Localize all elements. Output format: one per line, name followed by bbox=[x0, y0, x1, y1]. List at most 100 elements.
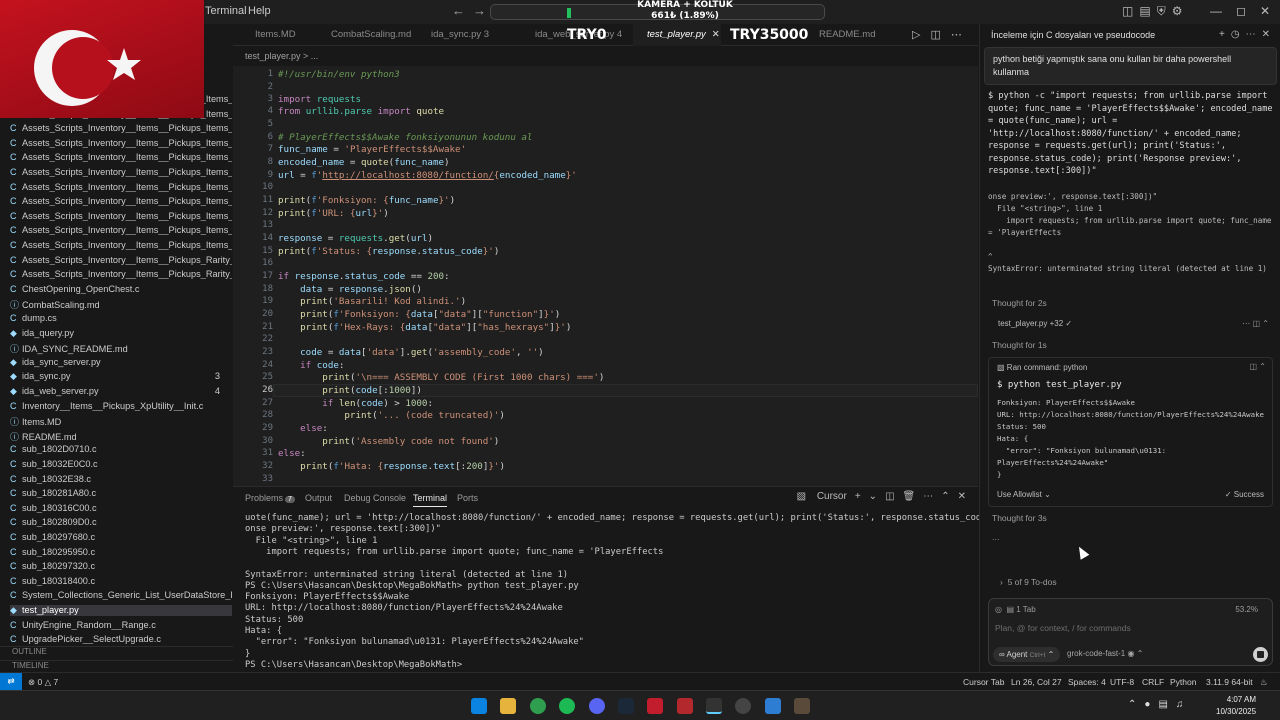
trash-icon[interactable]: 🗑 bbox=[903, 491, 916, 502]
explorer-file-item[interactable]: Csub_180295950.c bbox=[10, 547, 232, 557]
tab-test-player[interactable]: test_player.py ✕ bbox=[633, 24, 721, 46]
chat-input[interactable] bbox=[995, 623, 1265, 633]
explorer-file-item[interactable]: C Assets_Scripts_Inventory__Items__Pickup… bbox=[10, 152, 232, 162]
explorer-file-item[interactable]: C Assets_Scripts_Inventory__Items__Pickup… bbox=[10, 182, 232, 192]
more-icon[interactable]: ⋯ bbox=[951, 29, 962, 41]
split-editor-icon[interactable]: ◫ bbox=[930, 29, 940, 41]
settings-app-icon[interactable] bbox=[735, 698, 751, 714]
panel-tab-ports[interactable]: Ports bbox=[457, 493, 478, 503]
microphone-icon[interactable]: ● bbox=[1144, 699, 1150, 710]
run-icon[interactable]: ▷ bbox=[912, 29, 920, 41]
chevron-up-icon[interactable]: ⌃ bbox=[1128, 699, 1136, 710]
file-explorer-icon[interactable] bbox=[500, 698, 516, 714]
explorer-file-item[interactable]: C Assets_Scripts_Inventory__Items__Pickup… bbox=[10, 167, 232, 177]
explorer-file-item[interactable]: ⓘ CombatScaling.md bbox=[10, 298, 232, 311]
thought-indicator[interactable]: Thought for 3s bbox=[992, 513, 1047, 523]
edited-file-row[interactable]: test_player.py +32 ✓ ⋯ ◫ ⌃ bbox=[988, 316, 1273, 332]
steam-icon[interactable] bbox=[618, 698, 634, 714]
new-chat-icon[interactable]: + bbox=[1219, 29, 1225, 40]
gear-icon[interactable]: ⚙ bbox=[1172, 4, 1183, 18]
back-arrow-icon[interactable]: ← bbox=[452, 3, 465, 18]
windows-start-icon[interactable] bbox=[471, 698, 487, 714]
volume-icon[interactable]: ♫ bbox=[1176, 699, 1184, 710]
encoding[interactable]: UTF-8 bbox=[1110, 677, 1134, 687]
thought-indicator[interactable]: Thought for 1s bbox=[992, 340, 1047, 350]
explorer-file-item[interactable]: ◆ test_player.py bbox=[10, 605, 232, 616]
close-panel-icon[interactable]: ✕ bbox=[958, 491, 966, 502]
tab-close-icon[interactable]: ✕ bbox=[712, 29, 720, 40]
agent-mode-button[interactable]: ∞ Agent Ctrl+I ⌃ bbox=[993, 647, 1061, 662]
explorer-file-item[interactable]: Cdump.cs bbox=[10, 313, 232, 323]
breadcrumb[interactable]: test_player.py > ... bbox=[245, 51, 318, 61]
maximize-panel-icon[interactable]: ⌃ bbox=[941, 491, 949, 502]
thought-indicator[interactable]: Thought for 2s bbox=[992, 298, 1047, 308]
explorer-file-item[interactable]: Csub_180318400.c bbox=[10, 576, 232, 586]
panel-tab-output[interactable]: Output bbox=[305, 493, 332, 503]
ida-icon[interactable] bbox=[647, 698, 663, 714]
outline-section[interactable]: OUTLINE bbox=[0, 646, 233, 656]
photos-icon[interactable] bbox=[765, 698, 781, 714]
explorer-file-item[interactable]: Csub_180316C00.c bbox=[10, 503, 232, 513]
cursor-tab-status[interactable]: Cursor Tab bbox=[963, 677, 1004, 687]
clock[interactable]: 4:07 AM 10/30/2025 bbox=[1216, 694, 1256, 718]
explorer-file-item[interactable]: Csub_18032E38.c bbox=[10, 474, 232, 484]
chevron-down-icon[interactable]: ⌄ bbox=[869, 491, 877, 502]
indentation[interactable]: Spaces: 4 bbox=[1068, 677, 1106, 687]
explorer-file-item[interactable]: C System_Collections_Generic_List_UserDat… bbox=[10, 590, 232, 600]
network-icon[interactable]: ▤ bbox=[1158, 699, 1167, 710]
explorer-file-item[interactable]: ◆ ida_web_server.py 4 bbox=[10, 386, 232, 397]
timeline-section[interactable]: TIMELINE bbox=[0, 660, 233, 670]
explorer-file-item[interactable]: C Assets_Scripts_Inventory__Items__Pickup… bbox=[10, 138, 232, 148]
split-terminal-icon[interactable]: ◫ bbox=[885, 491, 894, 502]
explorer-file-item[interactable]: ⓘ README.md bbox=[10, 430, 232, 443]
more-icon[interactable]: ⋯ bbox=[1246, 29, 1256, 40]
history-icon[interactable]: ◷ bbox=[1231, 29, 1240, 40]
discord-icon[interactable] bbox=[589, 698, 605, 714]
language-mode[interactable]: Python bbox=[1170, 677, 1196, 687]
toggle-sidebar-icon[interactable]: ◫ bbox=[1122, 4, 1133, 18]
panel-tab-debug-console[interactable]: Debug Console bbox=[344, 493, 406, 503]
tab-readme[interactable]: README.md bbox=[805, 24, 895, 46]
user-message[interactable]: python betiği yapmıştık sana onu kullan … bbox=[984, 47, 1277, 85]
explorer-file-item[interactable]: C UpgradePicker__SelectUpgrade.c bbox=[10, 634, 232, 644]
bell-icon[interactable]: ♨ bbox=[1260, 677, 1268, 688]
tab-ida-sync[interactable]: ida_sync.py 3 bbox=[417, 24, 515, 46]
close-icon[interactable]: ✕ bbox=[1260, 4, 1270, 18]
shield-icon[interactable]: ⛨ bbox=[1157, 4, 1166, 18]
stop-button[interactable] bbox=[1253, 647, 1268, 662]
run-command-header[interactable]: ▧ Ran command: python bbox=[997, 363, 1087, 372]
new-terminal-icon[interactable]: + bbox=[855, 491, 861, 502]
model-selector[interactable]: grok-code-fast-1 ◉ ⌃ bbox=[1067, 649, 1143, 658]
forward-arrow-icon[interactable]: → bbox=[473, 3, 486, 18]
panel-tab-terminal[interactable]: Terminal bbox=[413, 493, 448, 507]
explorer-file-item[interactable]: C Assets_Scripts_Inventory__Items__Pickup… bbox=[10, 225, 232, 235]
explorer-file-item[interactable]: C Assets_Scripts_Inventory__Items__Pickup… bbox=[10, 269, 232, 279]
explorer-file-item[interactable]: Csub_18032E0C0.c bbox=[10, 459, 232, 469]
explorer-file-item[interactable]: ◆ ida_sync_server.py bbox=[10, 357, 232, 368]
explorer-file-item[interactable]: Csub_1802D0710.c bbox=[10, 444, 232, 454]
explorer-file-item[interactable]: C Assets_Scripts_Inventory__Items__Pickup… bbox=[10, 240, 232, 250]
panel-tab-problems[interactable]: Problems 7 bbox=[245, 493, 295, 503]
app-icon[interactable] bbox=[677, 698, 693, 714]
explorer-file-item[interactable]: Csub_180281A80.c bbox=[10, 488, 232, 498]
tab-items-md[interactable]: Items.MD bbox=[241, 24, 317, 46]
explorer-file-item[interactable]: Csub_180297320.c bbox=[10, 561, 232, 571]
spotify-icon[interactable] bbox=[559, 698, 575, 714]
end-of-line[interactable]: CRLF bbox=[1142, 677, 1164, 687]
interpreter[interactable]: 3.11.9 64-bit bbox=[1206, 677, 1253, 687]
explorer-file-item[interactable]: ◆ ida_sync.py 3 bbox=[10, 371, 232, 382]
explorer-file-item[interactable]: Csub_1802809D0.c bbox=[10, 517, 232, 527]
explorer-file-item[interactable]: C Inventory__Items__Pickups_XpUtility__In… bbox=[10, 401, 232, 411]
minimize-icon[interactable]: — bbox=[1210, 4, 1222, 18]
close-icon[interactable]: ✕ bbox=[1262, 29, 1270, 40]
explorer-file-item[interactable]: C UnityEngine_Random__Range.c bbox=[10, 620, 232, 630]
game-icon[interactable] bbox=[794, 698, 810, 714]
chevron-icon[interactable]: ⌃ bbox=[1262, 319, 1269, 328]
context-tabs[interactable]: ◎ ▤ 1 Tab bbox=[995, 605, 1036, 614]
menu-terminal[interactable]: Terminal bbox=[205, 5, 247, 17]
more-icon[interactable]: ⋯ bbox=[1242, 319, 1250, 328]
cursor-position[interactable]: Ln 26, Col 27 bbox=[1011, 677, 1062, 687]
copy-icon[interactable]: ◫ bbox=[1253, 319, 1261, 328]
tab-combat-scaling[interactable]: CombatScaling.md bbox=[317, 24, 415, 46]
explorer-file-item[interactable]: C ChestOpening_OpenChest.c bbox=[10, 284, 232, 294]
